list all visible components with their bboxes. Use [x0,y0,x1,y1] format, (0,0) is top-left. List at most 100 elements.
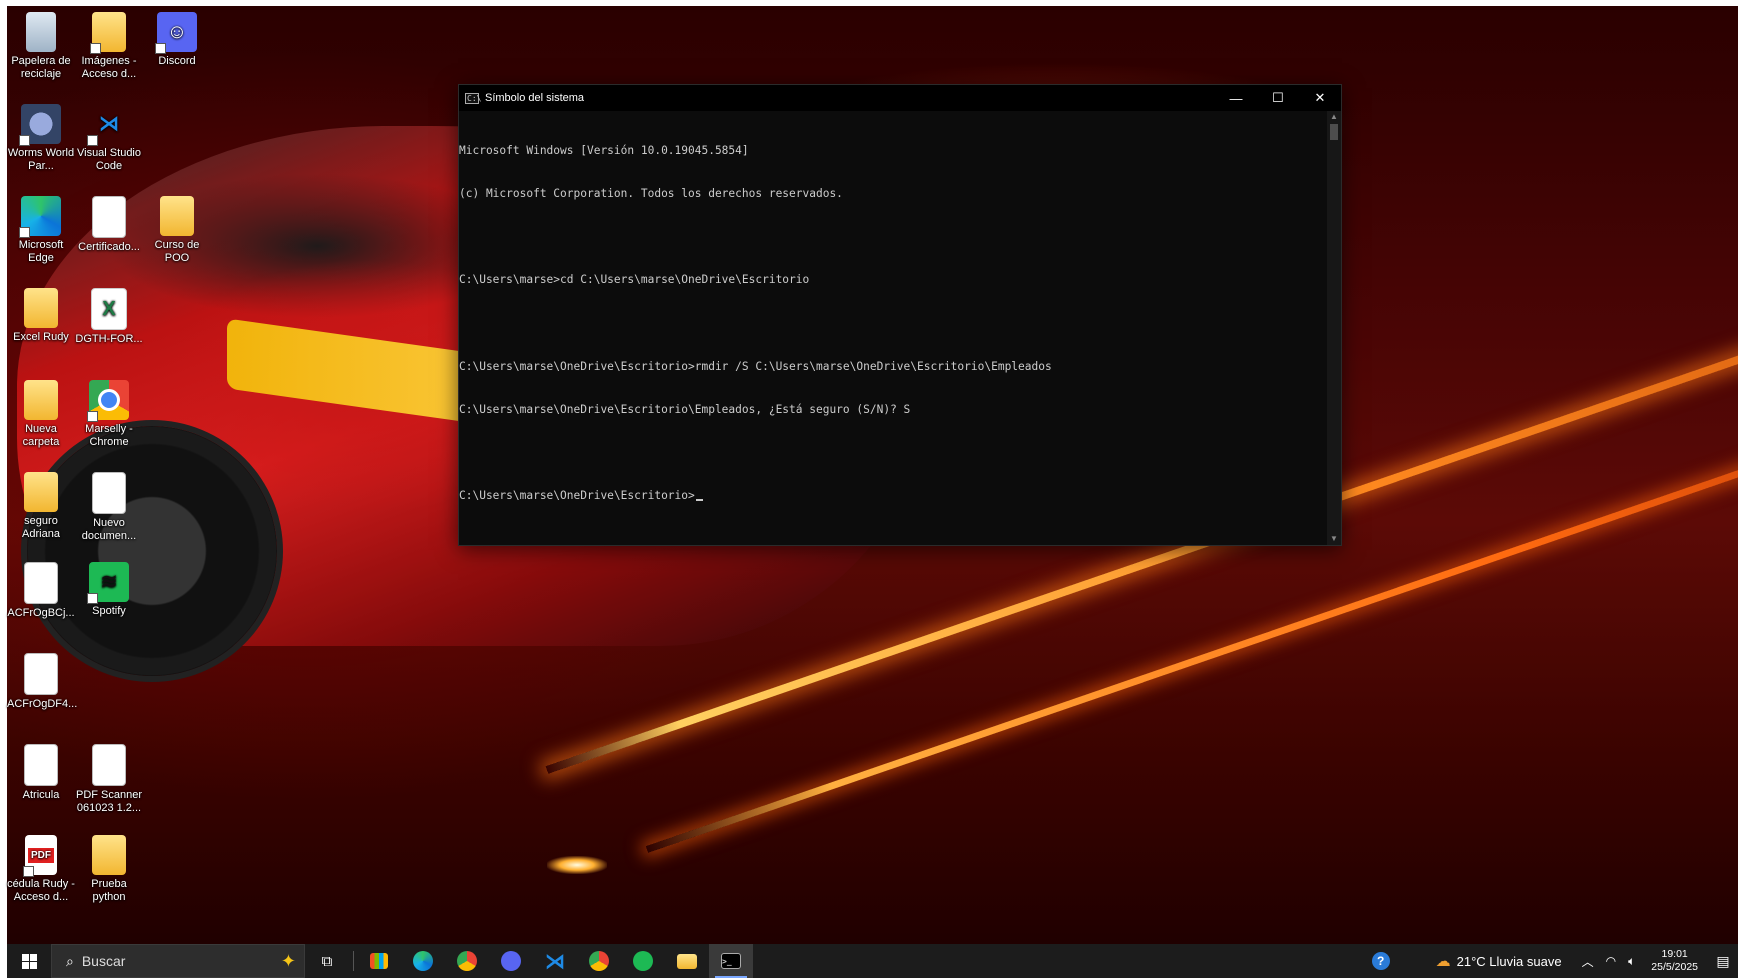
text-document-icon [92,472,126,514]
desktop-icon-excel-rudy[interactable]: Excel Rudy [7,288,75,344]
volume-icon[interactable]: 🔈︎ [1628,954,1635,969]
cmd-icon: C:\ [465,92,482,104]
start-button[interactable] [7,944,51,978]
folder-icon [24,380,58,420]
desktop-icon-nuevo-documento[interactable]: Nuevo documen... [75,472,143,543]
desktop-icon-pictures[interactable]: Imágenes - Acceso d... [75,12,143,81]
desktop-icon-spotify[interactable]: ≋ Spotify [75,562,143,618]
search-icon: ⌕ [66,952,74,969]
search-highlight-icon[interactable]: ✦ [281,951,296,972]
chrome-icon [87,380,129,422]
desktop-icon-label: Excel Rudy [13,331,69,343]
desktop-icon-dgth[interactable]: X DGTH-FOR... [75,288,143,346]
taskbar-chrome[interactable] [445,944,489,978]
text-cursor [695,499,703,502]
chevron-up-icon[interactable]: ︿ [1582,953,1594,970]
document-icon [24,653,58,695]
vscode-icon: ⋊ [545,950,565,973]
desktop-icon-pdf-scanner[interactable]: PDF Scanner 061023 1.2... [75,744,143,815]
pdf-icon: PDF [23,835,57,877]
folder-icon [92,835,126,875]
console-line: C:\Users\marse>cd C:\Users\marse\OneDriv… [459,273,810,287]
desktop-icon-label: Imágenes - Acceso d... [81,55,137,80]
close-button[interactable]: ✕ [1299,85,1341,111]
taskbar-spotify[interactable] [621,944,665,978]
edge-icon [413,951,433,971]
screen-left-border [0,0,7,978]
taskbar-task-view[interactable]: ⧉ [305,944,349,978]
minimize-button[interactable]: — [1215,85,1257,111]
desktop-icon-label: ACFrOgDF4... [7,698,78,710]
taskbar-cmd[interactable]: >_ [709,944,753,978]
maximize-button[interactable]: ☐ [1257,85,1299,111]
taskbar-store[interactable] [357,944,401,978]
discord-icon [501,951,521,971]
desktop-icon-atricula[interactable]: Atricula [7,744,75,802]
cmd-titlebar[interactable]: C:\ Símbolo del sistema — ☐ ✕ [459,85,1341,111]
console-line: (c) Microsoft Corporation. Todos los der… [459,187,843,201]
clock-time: 19:01 [1661,948,1688,960]
notification-icon[interactable]: ▤ [1708,944,1738,978]
network-icon[interactable]: ◠ [1606,954,1616,968]
spotify-icon [633,951,653,971]
taskbar: ⌕ Buscar ✦ ⧉ ⋊ >_ ? ☁ 21°C Lluvia suave … [7,944,1738,978]
desktop-icon-vscode[interactable]: ⋊ Visual Studio Code [75,104,143,173]
desktop-icon-edge[interactable]: Microsoft Edge [7,196,75,265]
desktop-icon-nueva-carpeta[interactable]: Nueva carpeta [7,380,75,449]
taskbar-chrome-profile[interactable] [577,944,621,978]
console-line: C:\Users\marse\OneDrive\Escritorio\Emple… [459,403,911,417]
scroll-down-icon[interactable]: ▼ [1327,533,1341,545]
chrome-icon [589,951,609,971]
weather-text[interactable]: 21°C Lluvia suave [1457,954,1562,969]
search-placeholder: Buscar [81,953,126,969]
folder-icon [160,196,194,236]
recycle-bin-icon [26,12,56,52]
taskbar-edge[interactable] [401,944,445,978]
desktop-icon-label: Visual Studio Code [76,147,141,172]
wallpaper-car-wheel [27,426,277,676]
system-tray: ? ☁ 21°C Lluvia suave ︿ ◠ 🔈︎ 19:01 25/5/… [1366,944,1738,978]
cmd-window[interactable]: C:\ Símbolo del sistema — ☐ ✕ Microsoft … [458,84,1342,546]
desktop-icon-label: Discord [158,55,196,67]
desktop-icon-worms[interactable]: Worms World Par... [7,104,75,173]
taskbar-discord[interactable] [489,944,533,978]
desktop-icon-label: PDF Scanner 061023 1.2... [75,789,143,814]
clock-date: 25/5/2025 [1651,961,1698,973]
window-title: Símbolo del sistema [485,92,585,104]
task-view-icon: ⧉ [321,952,333,970]
file-explorer-icon [677,953,697,969]
pictures-folder-icon [90,12,126,54]
desktop-icon-prueba-python[interactable]: Prueba python [75,835,143,904]
document-icon [24,744,58,786]
clock[interactable]: 19:01 25/5/2025 [1651,948,1698,974]
scroll-up-icon[interactable]: ▲ [1327,111,1341,123]
desktop-icon-cedula-rudy[interactable]: PDF cédula Rudy - Acceso d... [7,835,75,904]
desktop-icon-curso-poo[interactable]: Curso de POO [143,196,211,265]
help-icon[interactable]: ? [1371,952,1390,970]
taskbar-file-explorer[interactable] [665,944,709,978]
excel-icon: X [91,288,127,330]
desktop-icon-chrome-profile[interactable]: Marselly - Chrome [75,380,143,449]
desktop-icon-acfrogdf4[interactable]: ACFrOgDF4... [7,653,78,711]
desktop-icon-label: Curso de POO [154,239,200,264]
desktop-icon-label: Spotify [92,605,126,617]
weather-icon[interactable]: ☁ [1436,952,1451,970]
desktop-icon-recycle-bin[interactable]: Papelera de reciclaje [7,12,75,81]
console-output[interactable]: Microsoft Windows [Versión 10.0.19045.58… [459,111,1327,545]
desktop-icon-label: Microsoft Edge [18,239,64,264]
store-icon [370,953,388,969]
desktop-icon-acfrogbcj[interactable]: ACFrOgBCj... [7,562,75,620]
desktop-icon-discord[interactable]: ☺ Discord [143,12,211,68]
taskbar-vscode[interactable]: ⋊ [533,944,577,978]
scrollbar-thumb[interactable] [1330,124,1338,140]
desktop-icon-seguro-adriana[interactable]: seguro Adriana [7,472,75,541]
vscode-icon: ⋊ [87,104,129,146]
taskbar-search[interactable]: ⌕ Buscar ✦ [51,944,305,978]
folder-icon [24,288,58,328]
vertical-scrollbar[interactable]: ▲ ▼ [1327,111,1341,545]
console-line: C:\Users\marse\OneDrive\Escritorio>rmdir… [459,359,1052,373]
console-prompt-line[interactable]: C:\Users\marse\OneDrive\Escritorio> [459,489,1327,503]
desktop-icon-certificado[interactable]: Certificado... [75,196,143,254]
windows-logo-icon [21,953,37,969]
